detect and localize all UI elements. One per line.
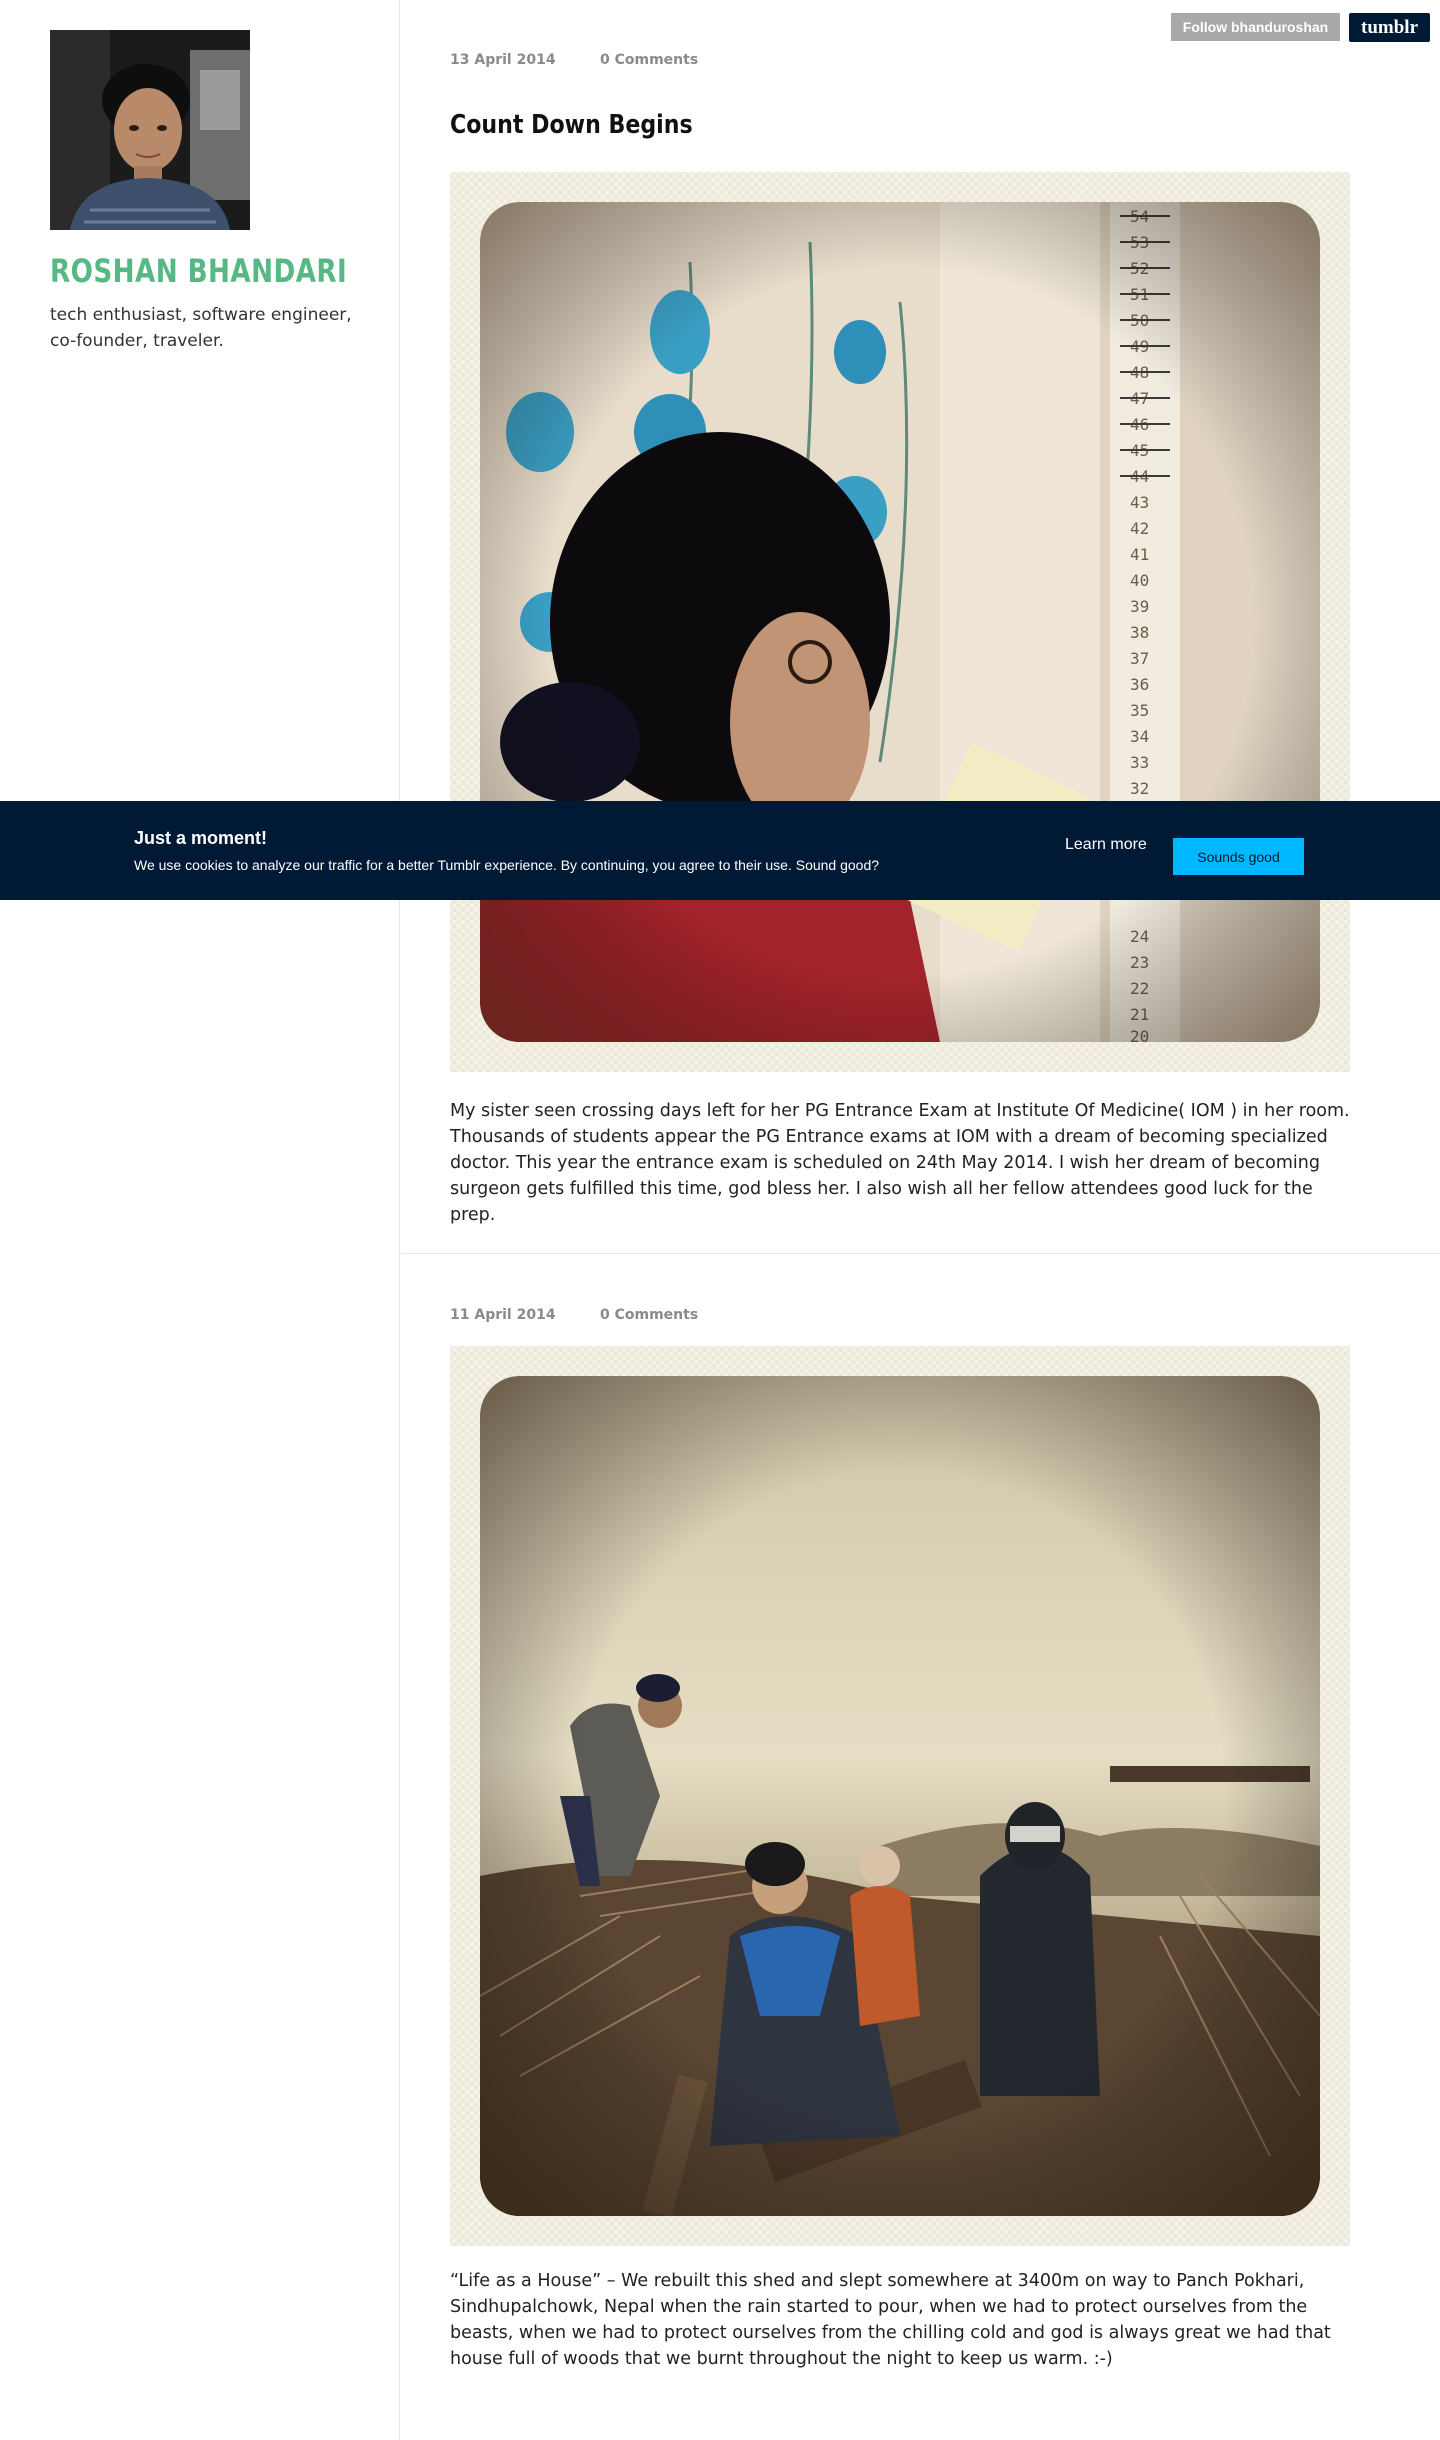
post-title[interactable]: Count Down Begins [450, 110, 1215, 140]
cookie-banner-title: Just a moment! [134, 828, 268, 848]
post-photo-frame [450, 1346, 1350, 2246]
blog-description: tech enthusiast, software engineer, co-f… [50, 305, 352, 351]
post: 11 April 2014 0 Comments “Life as a Hous… [450, 1307, 1350, 2372]
post-date[interactable]: 13 April 2014 [450, 52, 600, 68]
post: 13 April 2014 0 Comments Count Down Begi… [450, 52, 1350, 1228]
cookie-banner-text: We use cookies to analyze our traffic fo… [134, 857, 880, 873]
post-photo[interactable]: 545352 515049 484746 454443 424140 39383… [480, 202, 1320, 1042]
learn-more-link[interactable]: Learn more [1065, 836, 1147, 854]
cookie-banner: Just a moment! We use cookies to analyze… [0, 801, 1440, 900]
avatar[interactable] [50, 30, 250, 230]
tumblr-logo[interactable]: tumblr [1349, 13, 1430, 42]
sidebar: ROSHAN BHANDARI tech enthusiast, softwar… [0, 0, 400, 2440]
follow-button[interactable]: Follow bhanduroshan [1171, 13, 1340, 41]
post-photo[interactable] [480, 1376, 1320, 2216]
post-photo-frame: 545352 515049 484746 454443 424140 39383… [450, 172, 1350, 1072]
post-caption: “Life as a House” – We rebuilt this shed… [450, 2271, 1331, 2369]
post-comments[interactable]: 0 Comments [600, 1307, 698, 1323]
post-divider [401, 1253, 1440, 1254]
post-caption: My sister seen crossing days left for he… [450, 1101, 1350, 1225]
post-meta: 13 April 2014 0 Comments [450, 52, 1350, 68]
accept-cookies-button[interactable]: Sounds good [1173, 838, 1304, 875]
blog-name[interactable]: ROSHAN BHANDARI [50, 252, 347, 290]
post-comments[interactable]: 0 Comments [600, 52, 698, 68]
post-date[interactable]: 11 April 2014 [450, 1307, 600, 1323]
post-meta: 11 April 2014 0 Comments [450, 1307, 1350, 1323]
